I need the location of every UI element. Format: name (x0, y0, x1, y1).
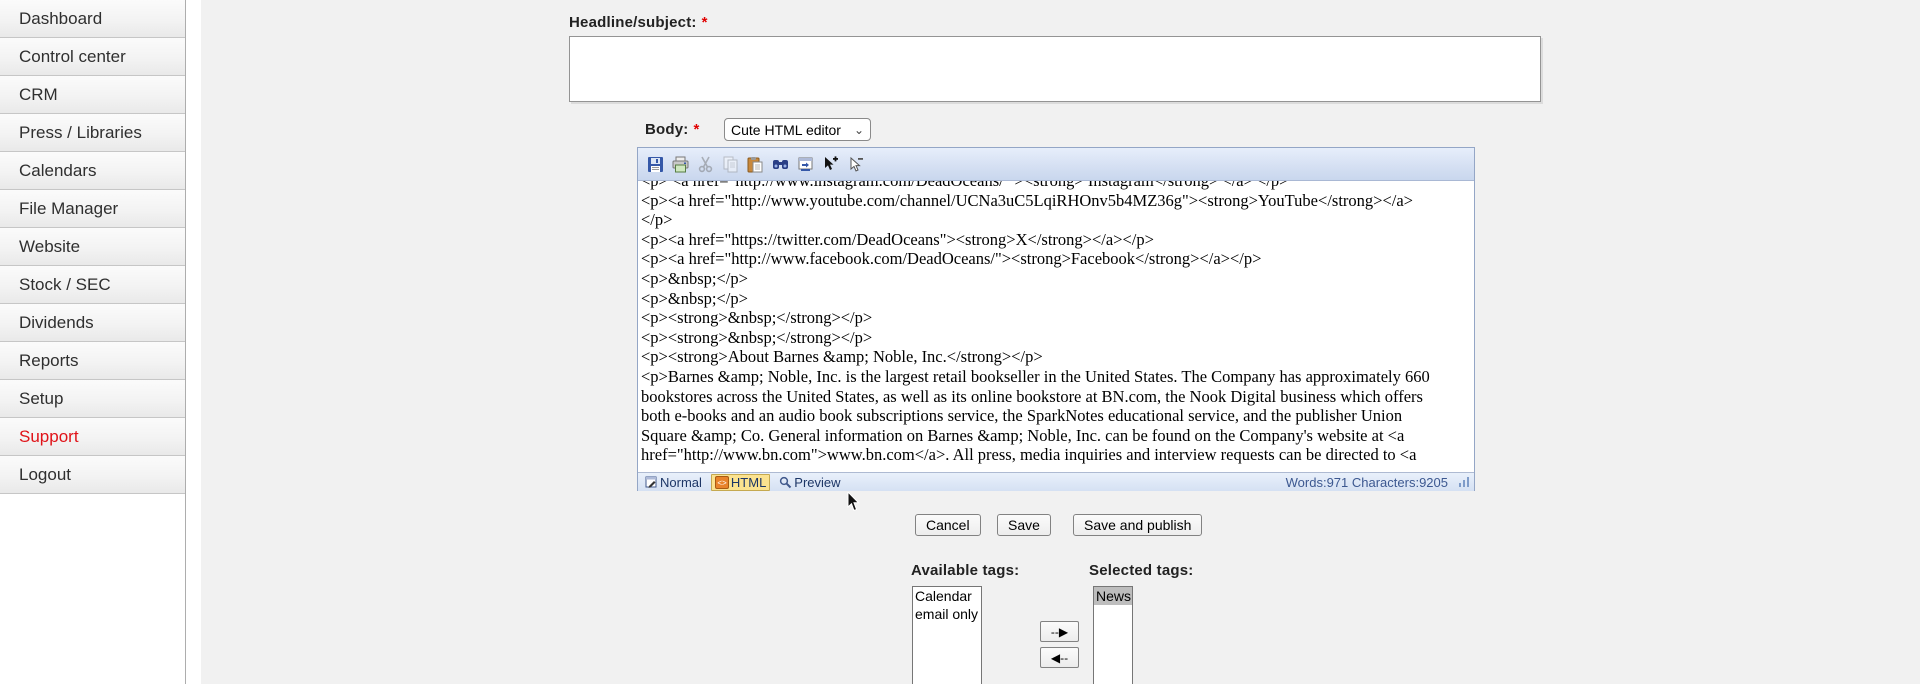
mode-tab-html[interactable]: <> HTML (710, 473, 771, 491)
sidebar-item-calendars[interactable]: Calendars (0, 152, 185, 190)
paste-icon[interactable] (746, 155, 765, 174)
sidebar-item-stock-sec[interactable]: Stock / SEC (0, 266, 185, 304)
move-right-button[interactable]: --▶ (1040, 621, 1079, 642)
sidebar-item-crm[interactable]: CRM (0, 76, 185, 114)
editor-code-line: <p>&nbsp;</p> (641, 288, 748, 308)
move-left-button[interactable]: ◀-- (1040, 647, 1079, 668)
body-label: Body: * (645, 121, 700, 138)
page: Dashboard Control center CRM Press / Librar… (0, 0, 1920, 684)
pointer-add-icon[interactable] (821, 155, 840, 174)
preview-mode-icon (779, 476, 792, 489)
editor-code-line: both e-books and an audio book subscript… (641, 406, 1403, 426)
sidebar-item-support[interactable]: Support (0, 418, 185, 456)
cut-icon (696, 155, 715, 174)
editor-code-line: </p> (641, 210, 673, 230)
sidebar-item-website[interactable]: Website (0, 228, 185, 266)
headline-required-mark: * (701, 14, 708, 31)
sidebar-item-setup[interactable]: Setup (0, 380, 185, 418)
mode-tab-label: Preview (794, 474, 841, 490)
editor-content[interactable]: <p> <a href="http://www.instagram.com/De… (638, 181, 1474, 472)
headline-label: Headline/subject: * (569, 14, 708, 31)
list-item[interactable]: Calendar (913, 587, 981, 605)
find-icon[interactable] (771, 155, 790, 174)
available-tags-label: Available tags: (911, 562, 1020, 579)
headline-label-text: Headline/subject: (569, 14, 697, 31)
editor-toolbar (638, 148, 1474, 181)
svg-text:<>: <> (717, 478, 727, 487)
body-editor-select[interactable]: Cute HTML editor ⌄ (724, 118, 871, 141)
sidebar-item-file-manager[interactable]: File Manager (0, 190, 185, 228)
word-count-stats: Words:971 Characters:9205 (1285, 474, 1448, 490)
save-icon[interactable] (646, 155, 665, 174)
cancel-button[interactable]: Cancel (915, 514, 981, 536)
editor-code-line: <p><a href="http://www.facebook.com/Dead… (641, 249, 1262, 269)
html-editor: <p> <a href="http://www.instagram.com/De… (637, 147, 1475, 491)
mouse-cursor-icon (847, 492, 860, 512)
sidebar-item-dashboard[interactable]: Dashboard (0, 0, 185, 38)
list-item[interactable]: email only (913, 605, 981, 623)
save-and-publish-button[interactable]: Save and publish (1073, 514, 1203, 536)
chevron-down-icon: ⌄ (853, 122, 864, 137)
normal-mode-icon (645, 476, 658, 489)
sidebar-item-control-center[interactable]: Control center (0, 38, 185, 76)
selected-tags-listbox[interactable]: News (1093, 586, 1133, 684)
mode-tab-label: HTML (730, 474, 767, 490)
body-label-text: Body: (645, 121, 689, 138)
save-button[interactable]: Save (997, 514, 1051, 536)
sidebar-item-dividends[interactable]: Dividends (0, 304, 185, 342)
main-panel: Headline/subject: * Body: * Cute HTML edit… (201, 0, 1920, 684)
mode-tab-preview[interactable]: Preview (776, 474, 843, 491)
editor-code-line: <p><strong>&nbsp;</strong></p> (641, 327, 873, 347)
mode-tab-normal[interactable]: Normal (642, 474, 705, 491)
editor-code-line: <p>&nbsp;</p> (641, 268, 748, 288)
pointer-remove-icon[interactable] (846, 155, 865, 174)
mode-tabs: Normal <> HTML Preview (642, 473, 850, 491)
copy-icon (721, 155, 740, 174)
mode-tab-label: Normal (660, 474, 702, 490)
sidebar-item-press-libraries[interactable]: Press / Libraries (0, 114, 185, 152)
headline-input[interactable] (569, 36, 1541, 102)
editor-code-line: <p><strong>About Barnes &amp; Noble, Inc… (641, 347, 1043, 367)
editor-code-line: <p><a href="http://www.youtube.com/chann… (641, 190, 1413, 210)
replace-icon[interactable] (796, 155, 815, 174)
editor-code-line: <p> <a href="http://www.instagram.com/De… (641, 181, 1471, 191)
selected-tags-label: Selected tags: (1089, 562, 1194, 579)
editor-code-line: bookstores across the United States, as … (641, 386, 1423, 406)
editor-code-line: Square &amp; Co. General information on … (641, 425, 1405, 445)
sidebar-item-reports[interactable]: Reports (0, 342, 185, 380)
available-tags-listbox[interactable]: Calendar email only (912, 586, 982, 684)
editor-code-line: href="http://www.bn.com">www.bn.com</a>.… (641, 445, 1417, 465)
body-required-mark: * (693, 121, 700, 138)
print-icon[interactable] (671, 155, 690, 174)
list-item[interactable]: News (1094, 587, 1132, 605)
editor-code-line: <p><strong>&nbsp;</strong></p> (641, 308, 873, 328)
sidebar-item-logout[interactable]: Logout (0, 456, 185, 494)
html-mode-icon: <> (714, 475, 729, 489)
resize-grip-icon[interactable] (1458, 476, 1470, 488)
editor-code-line: <p>Barnes &amp; Noble, Inc. is the large… (641, 366, 1430, 386)
editor-code-line: <p><a href="https://twitter.com/DeadOcea… (641, 229, 1154, 249)
editor-statusbar: Normal <> HTML Preview Words:971 Characters… (638, 472, 1474, 491)
sidebar: Dashboard Control center CRM Press / Librar… (0, 0, 186, 684)
body-editor-select-value: Cute HTML editor (731, 121, 841, 138)
